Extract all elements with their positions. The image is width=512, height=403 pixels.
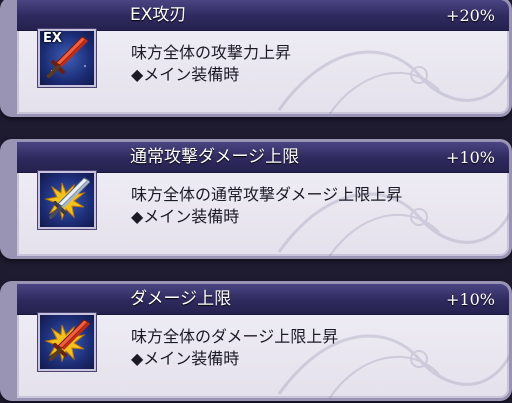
skill-description: 味方全体のダメージ上限上昇 ◆メイン装備時: [131, 326, 338, 370]
skill-card-normal-attack-cap[interactable]: 通常攻撃ダメージ上限 +10% 味方全体の通常攻撃ダメージ上限上昇 ◆メイン装備…: [0, 139, 512, 259]
skill-card-ex-attack[interactable]: EX攻刃 +20% EX 味方全体の攻撃力上昇 ◆メイン装備時: [0, 0, 512, 117]
skill-value: +10%: [446, 148, 495, 167]
skill-title: 通常攻撃ダメージ上限: [130, 147, 300, 167]
skill-desc-line2: ◆メイン装備時: [131, 65, 240, 84]
skill-header: [17, 0, 509, 31]
skill-header: [17, 284, 509, 315]
skill-desc-line1: 味方全体の攻撃力上昇: [131, 43, 292, 62]
red-sword-icon: EX: [38, 29, 96, 87]
skill-card-damage-cap[interactable]: ダメージ上限 +10% 味方全体のダメージ上限上昇 ◆メイン装備時: [0, 281, 512, 401]
skill-desc-line1: 味方全体の通常攻撃ダメージ上限上昇: [131, 185, 403, 204]
skill-description: 味方全体の攻撃力上昇 ◆メイン装備時: [131, 42, 291, 86]
silver-sword-burst-icon: [38, 171, 96, 229]
skill-desc-line2: ◆メイン装備時: [131, 349, 240, 368]
weapon-skill-list: EX攻刃 +20% EX 味方全体の攻撃力上昇 ◆メイン装備時 通常攻撃ダメージ…: [0, 0, 512, 403]
ex-badge: EX: [43, 31, 62, 46]
ornament-watermark-icon: [277, 50, 509, 114]
skill-title: EX攻刃: [130, 5, 187, 25]
skill-title: ダメージ上限: [130, 289, 232, 309]
skill-desc-line1: 味方全体のダメージ上限上昇: [131, 327, 339, 346]
skill-value: +10%: [446, 290, 495, 309]
red-sword-burst-icon: [38, 313, 96, 371]
skill-value: +20%: [446, 6, 495, 25]
skill-description: 味方全体の通常攻撃ダメージ上限上昇 ◆メイン装備時: [131, 184, 402, 228]
skill-desc-line2: ◆メイン装備時: [131, 207, 240, 226]
